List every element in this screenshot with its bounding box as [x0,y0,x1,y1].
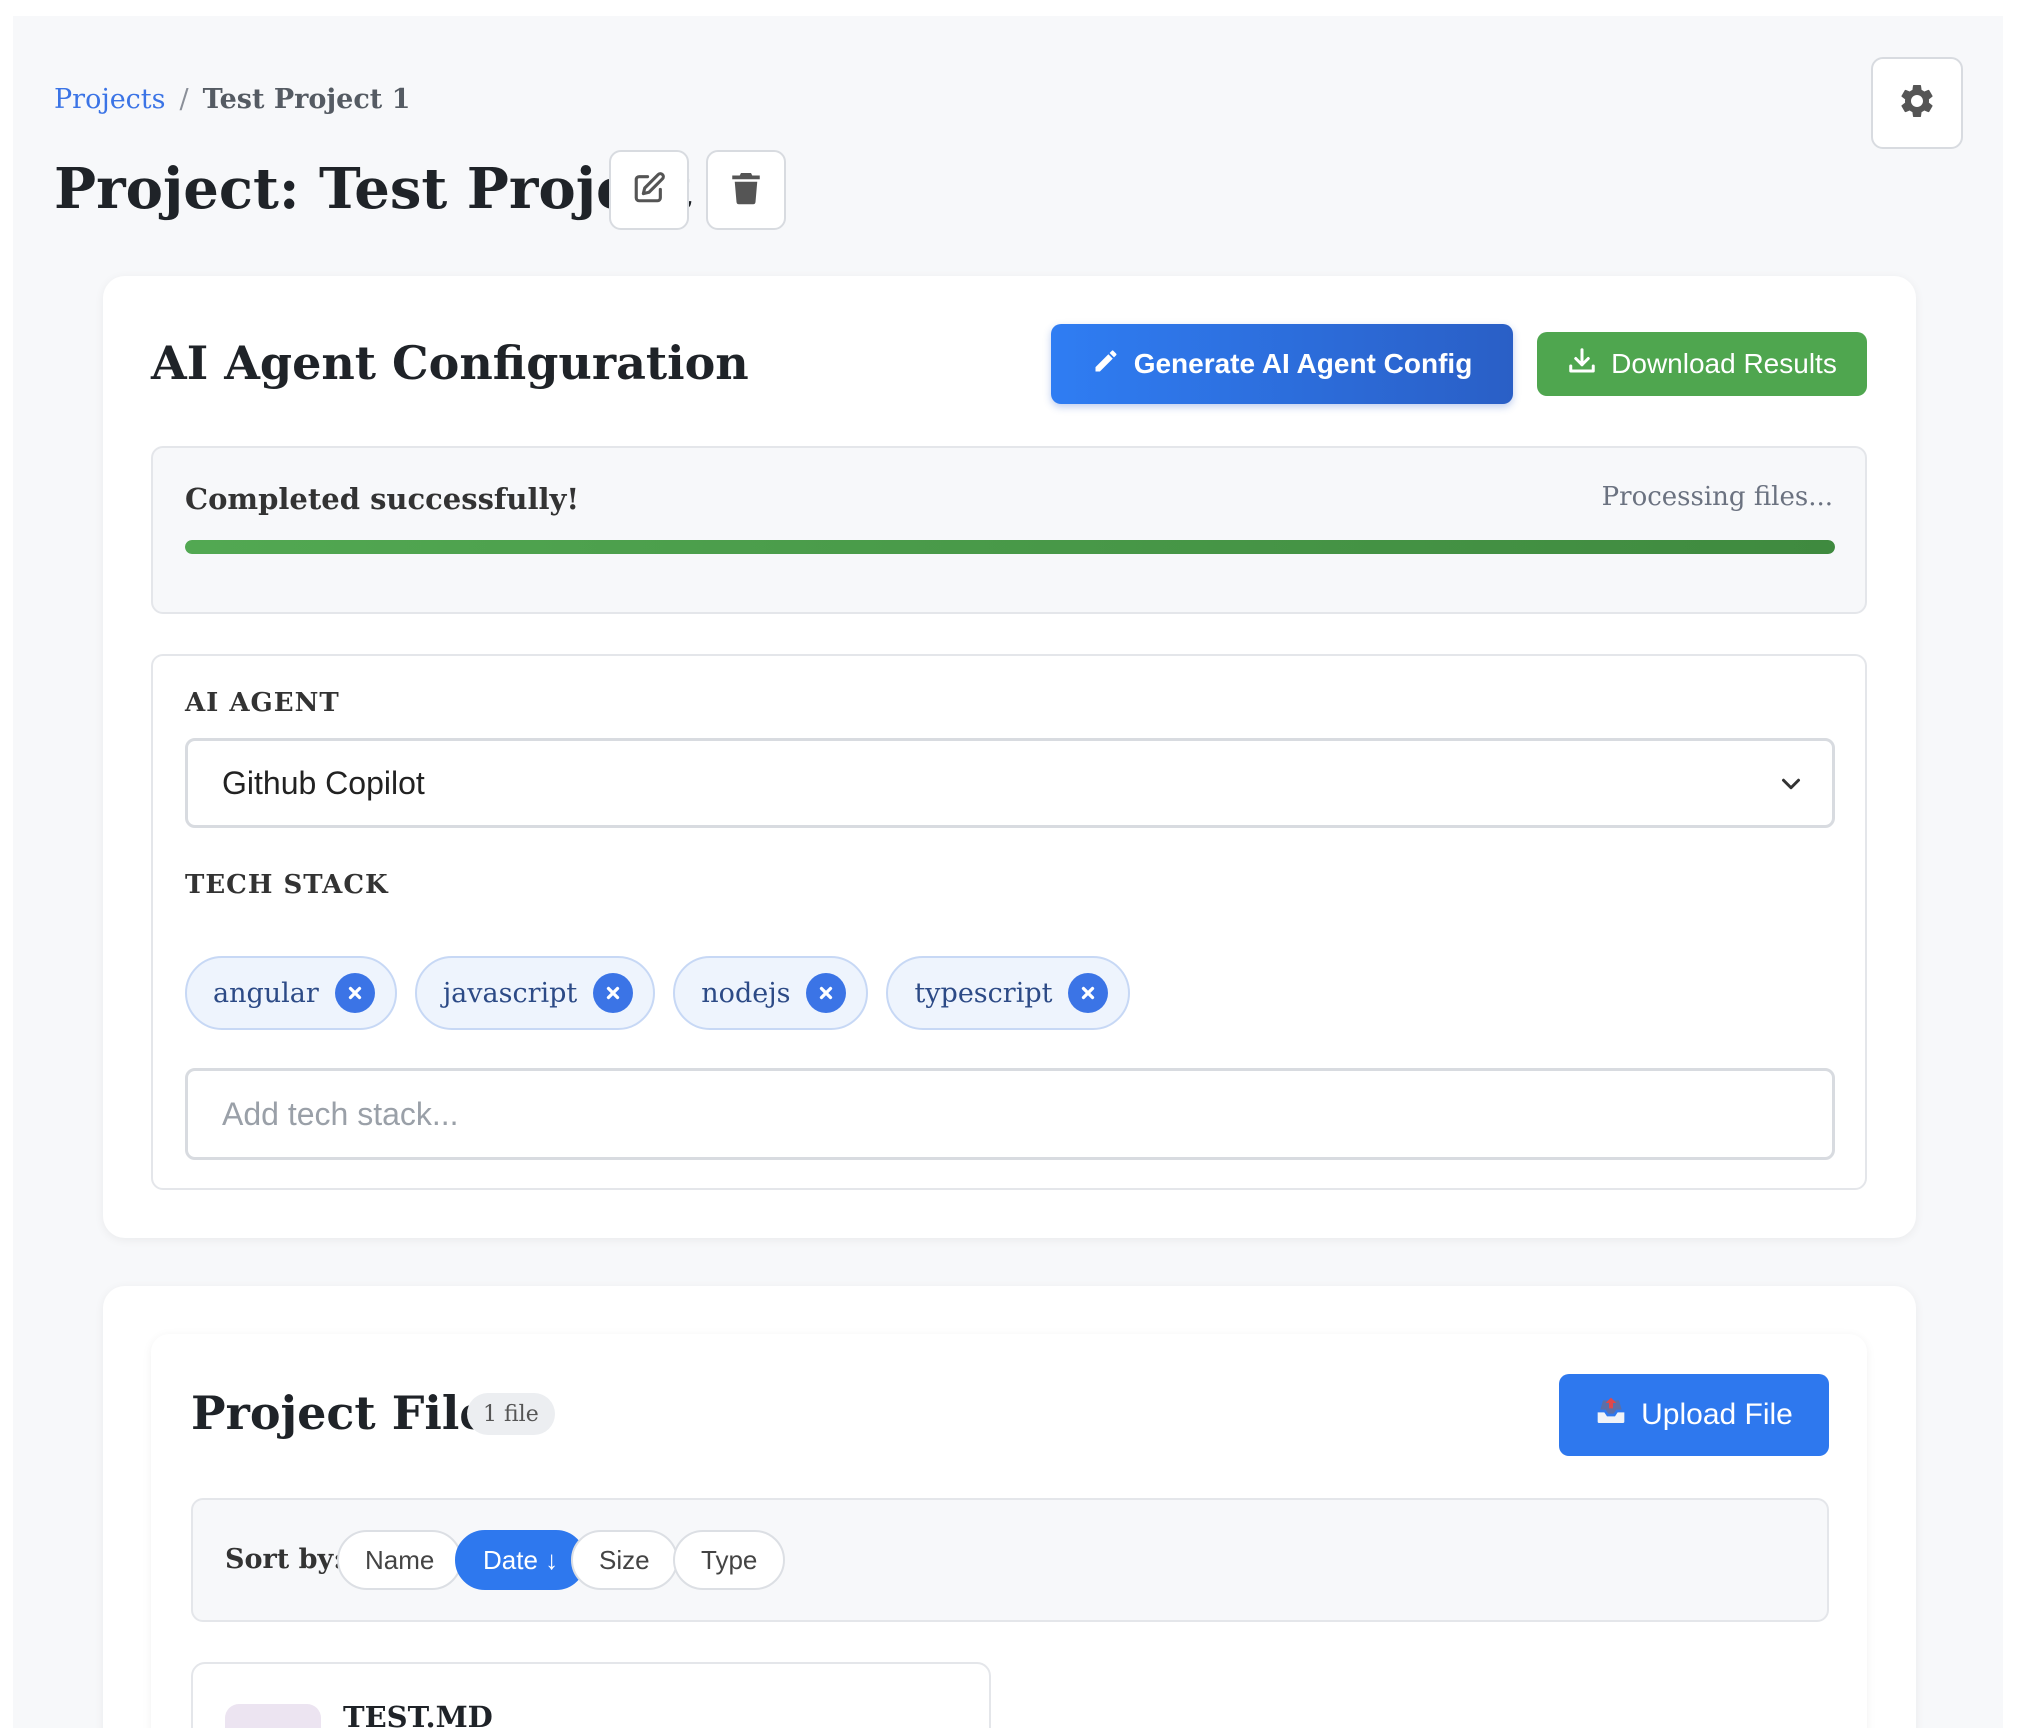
delete-project-button[interactable] [706,150,786,230]
progress-status: Completed successfully! [185,482,580,516]
tech-tag-label: angular [213,977,319,1009]
tech-tag: angular [185,956,397,1030]
project-files-panel: Project Files 1 file Upload File Sort by… [151,1334,1867,1728]
progress-bar-fill [185,540,1835,554]
ai-agent-value: Github Copilot [222,764,425,801]
files-title: Project Files [191,1386,515,1440]
breadcrumb-projects-link[interactable]: Projects [54,84,166,115]
tech-tag-label: typescript [914,977,1053,1009]
tech-tag-label: nodejs [701,977,791,1009]
generate-config-label: Generate AI Agent Config [1133,348,1473,379]
tech-tag-label: javascript [442,977,578,1009]
progress-bar [185,540,1835,554]
ai-agent-select[interactable]: Github Copilot [185,738,1835,828]
project-files-card: Project Files 1 file Upload File Sort by… [103,1286,1916,1728]
chevron-down-icon [1776,769,1806,807]
sort-label: Sort by: [225,1544,344,1575]
generate-config-button[interactable]: Generate AI Agent Config [1051,324,1513,404]
edit-icon [632,171,666,209]
agent-settings-form: AI AGENT Github Copilot TECH STACK angul… [151,654,1867,1190]
sort-by-size-button[interactable]: Size [571,1530,678,1590]
remove-tag-button[interactable] [593,973,634,1013]
upload-file-button[interactable]: Upload File [1559,1374,1829,1456]
settings-button[interactable] [1871,57,1963,149]
inbox-tray-icon [1595,1395,1627,1435]
remove-tag-button[interactable] [1068,973,1109,1013]
remove-tag-button[interactable] [334,973,375,1013]
file-card[interactable]: TEST.MD [191,1662,991,1728]
trash-icon [731,171,761,209]
download-icon [1567,346,1597,383]
ai-agent-config-card: AI Agent Configuration Generate AI Agent… [103,276,1916,1238]
config-title: AI Agent Configuration [151,336,749,390]
tech-stack-label: TECH STACK [185,870,389,900]
file-name: TEST.MD [343,1700,493,1728]
tech-tag: javascript [414,956,656,1030]
upload-file-label: Upload File [1641,1398,1793,1431]
download-results-button[interactable]: Download Results [1537,332,1867,396]
sort-bar: Sort by: Name Date ↓ Size Type [191,1498,1829,1622]
sort-by-date-button[interactable]: Date ↓ [455,1530,587,1590]
breadcrumb-separator: / [179,84,189,115]
tech-stack-tags: angular javascript nodejs typescript [185,956,1131,1030]
tech-stack-input[interactable] [185,1068,1835,1160]
breadcrumb: Projects / Test Project 1 [54,84,410,115]
sort-by-type-button[interactable]: Type [673,1530,786,1590]
ai-agent-label: AI AGENT [185,688,340,718]
project-page: Projects / Test Project 1 Project: Test Pr… [13,16,2003,1728]
breadcrumb-current: Test Project 1 [202,84,411,115]
progress-note: Processing files... [1601,482,1833,512]
download-results-label: Download Results [1611,348,1837,379]
sort-by-name-button[interactable]: Name [337,1530,463,1590]
progress-panel: Completed successfully! Processing files… [151,446,1867,614]
gear-icon [1897,81,1937,125]
pencil-icon [1092,347,1120,382]
tech-tag: nodejs [673,956,869,1030]
file-count-badge: 1 file [467,1393,555,1435]
file-thumbnail [225,1704,321,1728]
remove-tag-button[interactable] [806,973,847,1013]
edit-project-button[interactable] [609,150,689,230]
tech-tag: typescript [886,956,1131,1030]
